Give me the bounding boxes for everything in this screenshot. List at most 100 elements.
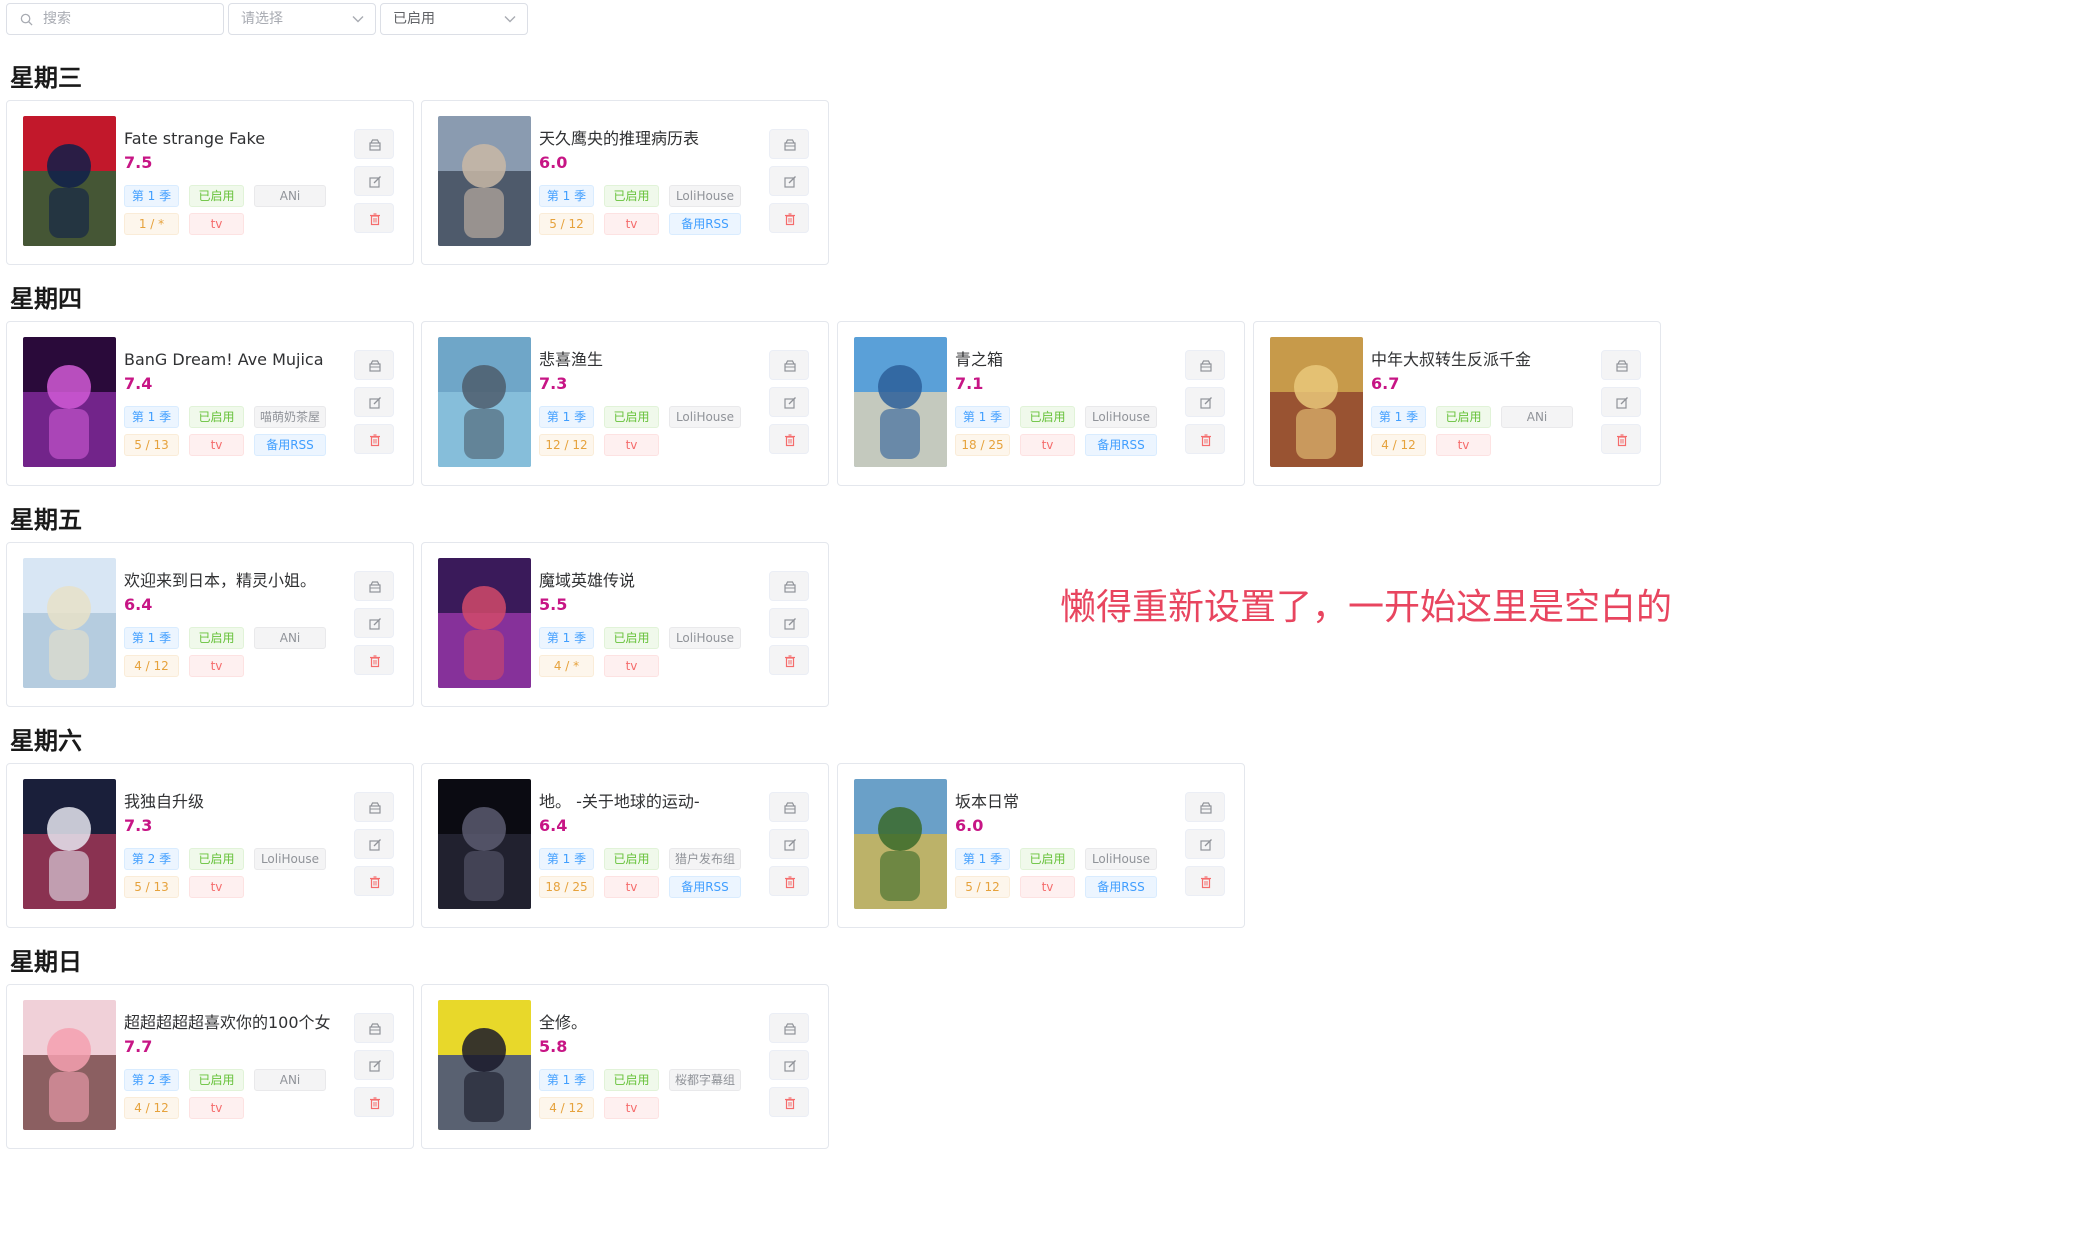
subgroup-tag: ANi [254, 627, 326, 649]
anime-poster[interactable] [438, 558, 531, 688]
edit-button[interactable] [769, 608, 809, 638]
poster-art [438, 116, 531, 246]
edit-button[interactable] [769, 1050, 809, 1080]
anime-score: 6.0 [955, 816, 984, 835]
anime-poster[interactable] [438, 337, 531, 467]
edit-icon [784, 1060, 796, 1072]
delete-button[interactable] [354, 424, 394, 454]
status-select[interactable]: 已启用 [380, 3, 528, 35]
season-tag: 第 2 季 [124, 1069, 179, 1091]
poster-art [23, 337, 116, 467]
archive-button[interactable] [769, 1013, 809, 1043]
archive-button[interactable] [1185, 350, 1225, 380]
archive-button[interactable] [769, 129, 809, 159]
edit-button[interactable] [1185, 387, 1225, 417]
delete-button[interactable] [769, 424, 809, 454]
episodes-tag: 4 / 12 [124, 1097, 179, 1119]
poster-art [23, 558, 116, 688]
edit-button[interactable] [1185, 829, 1225, 859]
edit-button[interactable] [769, 829, 809, 859]
archive-icon [369, 581, 381, 593]
anime-card[interactable]: 超超超超超喜欢你的100个女 7.7 第 2 季已启用 ANi 4 / 12 tv [6, 984, 414, 1149]
edit-icon [369, 618, 381, 630]
backup-rss-tag: 备用RSS [1085, 876, 1157, 898]
archive-button[interactable] [769, 792, 809, 822]
trash-icon [370, 1097, 380, 1110]
subgroup-tag: LoliHouse [1085, 848, 1157, 870]
anime-title: 地。 -关于地球的运动- [539, 792, 700, 811]
archive-button[interactable] [354, 792, 394, 822]
anime-poster[interactable] [23, 116, 116, 246]
edit-button[interactable] [769, 166, 809, 196]
anime-poster[interactable] [1270, 337, 1363, 467]
edit-button[interactable] [354, 387, 394, 417]
delete-button[interactable] [769, 203, 809, 233]
subgroup-tag: LoliHouse [669, 406, 741, 428]
subgroup-tag: 喵萌奶茶屋 [254, 406, 326, 428]
edit-button[interactable] [354, 1050, 394, 1080]
anime-card[interactable]: 中年大叔转生反派千金 6.7 第 1 季已启用 ANi 4 / 12 tv [1253, 321, 1661, 486]
anime-title: 中年大叔转生反派千金 [1371, 350, 1532, 369]
edit-icon [784, 176, 796, 188]
status-tag: 已启用 [604, 1069, 659, 1091]
edit-button[interactable] [1601, 387, 1641, 417]
anime-title: Fate strange Fake [124, 129, 266, 148]
anime-card[interactable]: 坂本日常 6.0 第 1 季已启用 LoliHouse 5 / 12 tv 备用RSS [837, 763, 1245, 928]
episodes-tag: 4 / 12 [1371, 434, 1426, 456]
type-tag: tv [189, 655, 244, 677]
delete-button[interactable] [354, 645, 394, 675]
anime-card[interactable]: Fate strange Fake 7.5 第 1 季已启用 ANi 1 / * tv [6, 100, 414, 265]
archive-button[interactable] [354, 129, 394, 159]
anime-poster[interactable] [23, 558, 116, 688]
anime-card[interactable]: 天久鹰央的推理病历表 6.0 第 1 季已启用 LoliHouse 5 / 12 tv 备用… [421, 100, 829, 265]
anime-poster[interactable] [438, 116, 531, 246]
archive-button[interactable] [354, 571, 394, 601]
archive-button[interactable] [769, 350, 809, 380]
status-tag: 已启用 [1020, 848, 1075, 870]
delete-button[interactable] [1601, 424, 1641, 454]
anime-card[interactable]: BanG Dream! Ave Mujica 7.4 第 1 季已启用 喵萌奶茶屋 5 … [6, 321, 414, 486]
archive-button[interactable] [354, 350, 394, 380]
anime-poster[interactable] [23, 779, 116, 909]
anime-poster[interactable] [438, 1000, 531, 1130]
delete-button[interactable] [769, 1087, 809, 1117]
anime-card[interactable]: 悲喜渔生 7.3 第 1 季已启用 LoliHouse 12 / 12 tv [421, 321, 829, 486]
archive-button[interactable] [1601, 350, 1641, 380]
delete-button[interactable] [354, 203, 394, 233]
delete-button[interactable] [769, 866, 809, 896]
anime-poster[interactable] [23, 337, 116, 467]
delete-button[interactable] [769, 645, 809, 675]
group-select[interactable]: 请选择 [228, 3, 376, 35]
search-input[interactable]: 搜索 [6, 3, 224, 35]
anime-poster[interactable] [438, 779, 531, 909]
archive-button[interactable] [769, 571, 809, 601]
edit-button[interactable] [354, 829, 394, 859]
anime-poster[interactable] [854, 779, 947, 909]
edit-button[interactable] [354, 166, 394, 196]
search-placeholder: 搜索 [43, 11, 71, 27]
anime-poster[interactable] [23, 1000, 116, 1130]
archive-button[interactable] [1185, 792, 1225, 822]
anime-card[interactable]: 地。 -关于地球的运动- 6.4 第 1 季已启用 猎户发布组 18 / 25 tv 备用R… [421, 763, 829, 928]
anime-score: 6.4 [124, 595, 153, 614]
anime-card[interactable]: 魔域英雄传说 5.5 第 1 季已启用 LoliHouse 4 / * tv [421, 542, 829, 707]
delete-button[interactable] [1185, 424, 1225, 454]
anime-title: 坂本日常 [955, 792, 1020, 811]
anime-card[interactable]: 青之箱 7.1 第 1 季已启用 LoliHouse 18 / 25 tv 备用RSS [837, 321, 1245, 486]
anime-card[interactable]: 我独自升级 7.3 第 2 季已启用 LoliHouse 5 / 13 tv [6, 763, 414, 928]
chevron-down-icon [504, 16, 516, 23]
anime-poster[interactable] [854, 337, 947, 467]
episodes-tag: 5 / 12 [539, 213, 594, 235]
anime-card[interactable]: 欢迎来到日本，精灵小姐。 6.4 第 1 季已启用 ANi 4 / 12 tv [6, 542, 414, 707]
episodes-tag: 4 / 12 [539, 1097, 594, 1119]
anime-card[interactable]: 全修。 5.8 第 1 季已启用 桜都字幕组 4 / 12 tv [421, 984, 829, 1149]
edit-icon [1616, 397, 1628, 409]
delete-button[interactable] [354, 1087, 394, 1117]
edit-button[interactable] [354, 608, 394, 638]
day-heading: 星期日 [10, 948, 82, 976]
search-icon [20, 13, 33, 26]
archive-button[interactable] [354, 1013, 394, 1043]
edit-button[interactable] [769, 387, 809, 417]
delete-button[interactable] [354, 866, 394, 896]
delete-button[interactable] [1185, 866, 1225, 896]
